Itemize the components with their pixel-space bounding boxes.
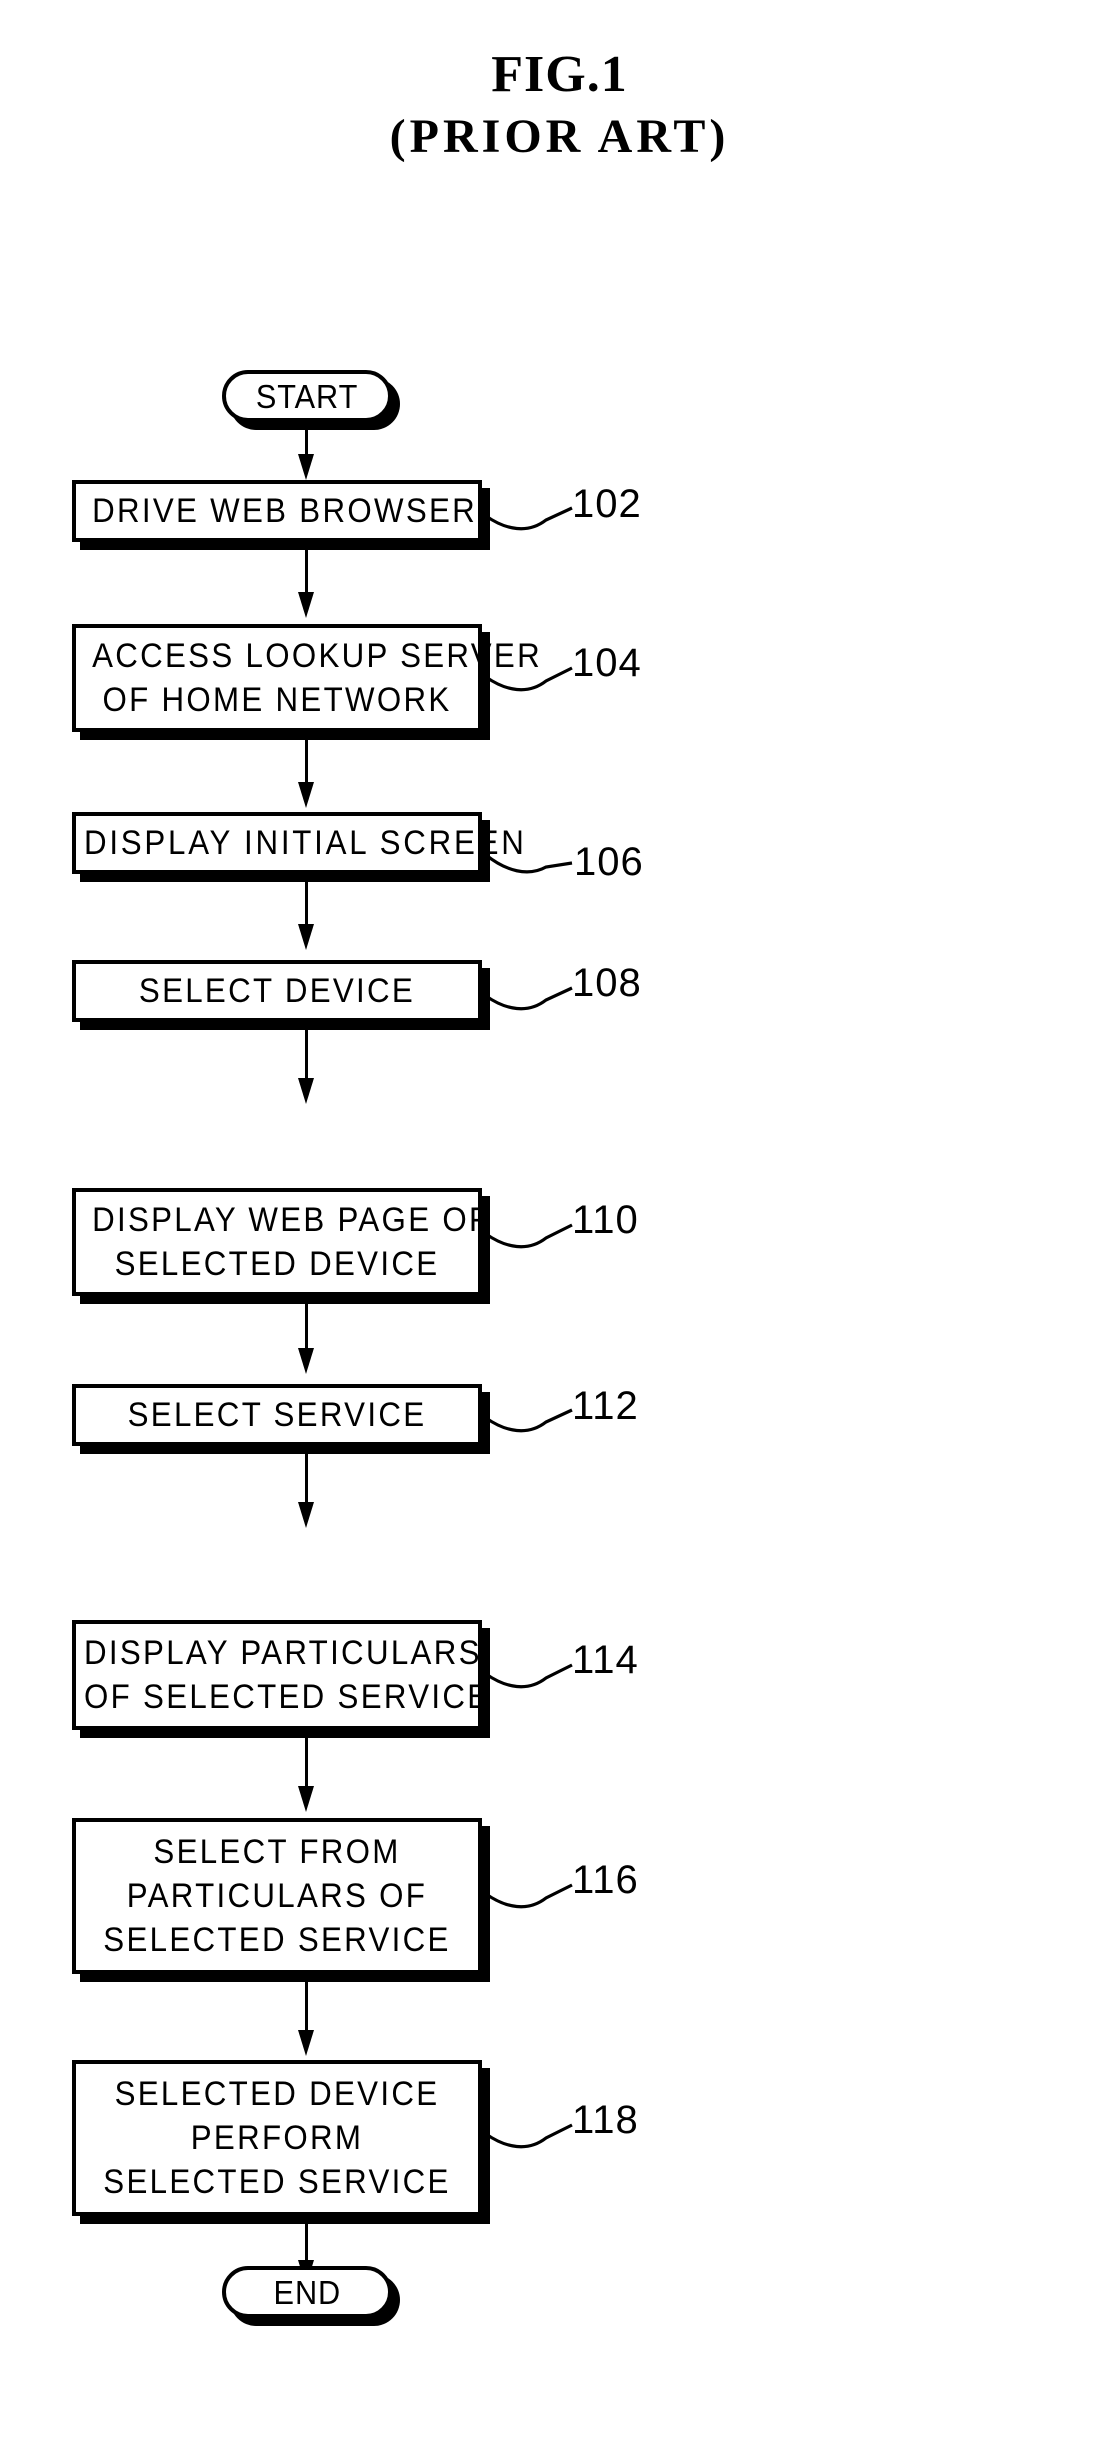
leader-line-114 xyxy=(485,1663,573,1689)
step-110-line-2: SELECTED DEVICE xyxy=(114,1245,440,1283)
leader-line-110 xyxy=(485,1223,573,1249)
step-116[interactable]: SELECT FROM PARTICULARS OF SELECTED SERV… xyxy=(72,1818,482,1974)
step-102[interactable]: DRIVE WEB BROWSER xyxy=(72,480,482,542)
step-112-line-1: SELECT SERVICE xyxy=(127,1396,427,1434)
reference-numeral-116: 116 xyxy=(572,1858,639,1902)
step-114[interactable]: DISPLAY PARTICULARS OF SELECTED SERVICE xyxy=(72,1620,491,1730)
step-118-line-2: PERFORM xyxy=(190,2119,364,2157)
step-118[interactable]: SELECTED DEVICE PERFORM SELECTED SERVICE xyxy=(72,2060,482,2216)
step-114-line-1: DISPLAY PARTICULARS xyxy=(84,1634,482,1672)
step-104-line-2: OF HOME NETWORK xyxy=(102,681,452,719)
start-node-label: START xyxy=(255,377,359,415)
reference-numeral-106: 106 xyxy=(574,840,644,884)
leader-line-104 xyxy=(485,666,573,692)
step-102-line-1: DRIVE WEB BROWSER xyxy=(92,492,478,530)
leader-line-116 xyxy=(485,1883,573,1909)
reference-numeral-110: 110 xyxy=(572,1198,639,1242)
step-110-line-1: DISPLAY WEB PAGE OF xyxy=(92,1201,491,1239)
step-114-line-2: OF SELECTED SERVICE xyxy=(84,1678,491,1716)
step-104[interactable]: ACCESS LOOKUP SERVER OF HOME NETWORK xyxy=(72,624,542,732)
start-node[interactable]: START xyxy=(222,370,392,422)
reference-numeral-118: 118 xyxy=(572,2098,639,2142)
reference-numeral-114: 114 xyxy=(572,1638,639,1682)
reference-numeral-104: 104 xyxy=(572,641,642,685)
step-106-line-1: DISPLAY INITIAL SCREEN xyxy=(84,824,527,862)
flowchart-canvas: START DRIVE WEB BROWSER 102 ACCESS LOOKU… xyxy=(0,0,1119,2453)
step-116-line-2: PARTICULARS OF xyxy=(126,1877,428,1915)
leader-line-118 xyxy=(485,2123,573,2149)
reference-numeral-108: 108 xyxy=(572,961,642,1005)
step-118-line-3: SELECTED SERVICE xyxy=(103,2163,451,2201)
step-110[interactable]: DISPLAY WEB PAGE OF SELECTED DEVICE xyxy=(72,1188,491,1296)
reference-numeral-102: 102 xyxy=(572,482,642,526)
step-108-line-1: SELECT DEVICE xyxy=(138,972,416,1010)
step-116-line-3: SELECTED SERVICE xyxy=(103,1921,451,1959)
step-106[interactable]: DISPLAY INITIAL SCREEN xyxy=(72,812,527,874)
leader-line-102 xyxy=(485,506,573,531)
leader-line-108 xyxy=(485,986,573,1011)
step-116-line-1: SELECT FROM xyxy=(153,1833,401,1871)
end-node[interactable]: END xyxy=(222,2266,392,2318)
step-118-line-1: SELECTED DEVICE xyxy=(114,2075,440,2113)
step-112[interactable]: SELECT SERVICE xyxy=(72,1384,482,1446)
end-node-label: END xyxy=(273,2273,341,2311)
leader-line-112 xyxy=(485,1408,573,1433)
step-108[interactable]: SELECT DEVICE xyxy=(72,960,482,1022)
leader-line-106 xyxy=(485,853,573,874)
reference-numeral-112: 112 xyxy=(572,1384,639,1428)
step-104-line-1: ACCESS LOOKUP SERVER xyxy=(92,637,542,675)
